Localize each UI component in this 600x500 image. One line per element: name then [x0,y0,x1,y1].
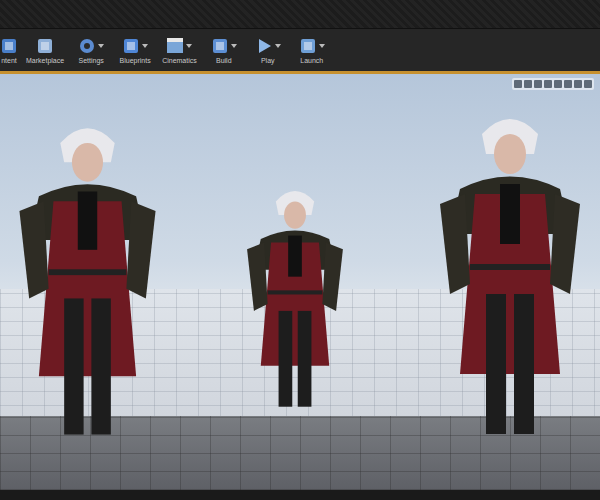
main-toolbar: ntent Marketplace Settings Blueprints Ci… [0,28,600,71]
toolbar-label: Launch [300,57,323,64]
dropdown-arrow-icon[interactable] [98,44,104,48]
editor-window: ntent Marketplace Settings Blueprints Ci… [0,0,600,500]
dropdown-arrow-icon[interactable] [275,44,281,48]
toolbar-label: Play [261,57,275,64]
toolbar-icon [36,37,54,55]
toolbar-label: Marketplace [26,57,64,64]
floor-plate [0,416,600,490]
viewport[interactable] [0,74,600,490]
dropdown-arrow-icon[interactable] [186,44,192,48]
title-strip [0,0,600,28]
toolbar-icon [78,37,96,55]
toolbar-button[interactable]: Blueprints [116,37,154,64]
character-figure[interactable] [0,94,175,454]
viewport-control-icon[interactable] [534,80,542,88]
viewport-control-icon[interactable] [574,80,582,88]
toolbar-button[interactable]: Build [205,37,243,64]
toolbar-label: Blueprints [120,57,151,64]
toolbar-button[interactable]: Play [249,37,287,64]
viewport-controls [512,78,594,90]
toolbar-label: ntent [1,57,17,64]
toolbar-button[interactable]: Launch [293,37,331,64]
toolbar-icon [255,37,273,55]
toolbar-button[interactable]: ntent [0,37,18,64]
dropdown-arrow-icon[interactable] [319,44,325,48]
toolbar-icon [0,37,18,55]
viewport-control-icon[interactable] [564,80,572,88]
toolbar-icon [211,37,229,55]
character-figure[interactable] [225,94,365,454]
viewport-control-icon[interactable] [584,80,592,88]
toolbar-icon [299,37,317,55]
toolbar-button[interactable]: Marketplace [24,37,66,64]
bottom-strip [0,490,600,500]
viewport-control-icon[interactable] [514,80,522,88]
dropdown-arrow-icon[interactable] [231,44,237,48]
toolbar-label: Build [216,57,232,64]
character-figure[interactable] [420,94,600,454]
viewport-control-icon[interactable] [524,80,532,88]
toolbar-label: Cinematics [162,57,197,64]
viewport-control-icon[interactable] [554,80,562,88]
toolbar-icon [166,37,184,55]
toolbar-label: Settings [78,57,103,64]
viewport-control-icon[interactable] [544,80,552,88]
toolbar-icon [122,37,140,55]
dropdown-arrow-icon[interactable] [142,44,148,48]
toolbar-button[interactable]: Settings [72,37,110,64]
toolbar-button[interactable]: Cinematics [160,37,199,64]
